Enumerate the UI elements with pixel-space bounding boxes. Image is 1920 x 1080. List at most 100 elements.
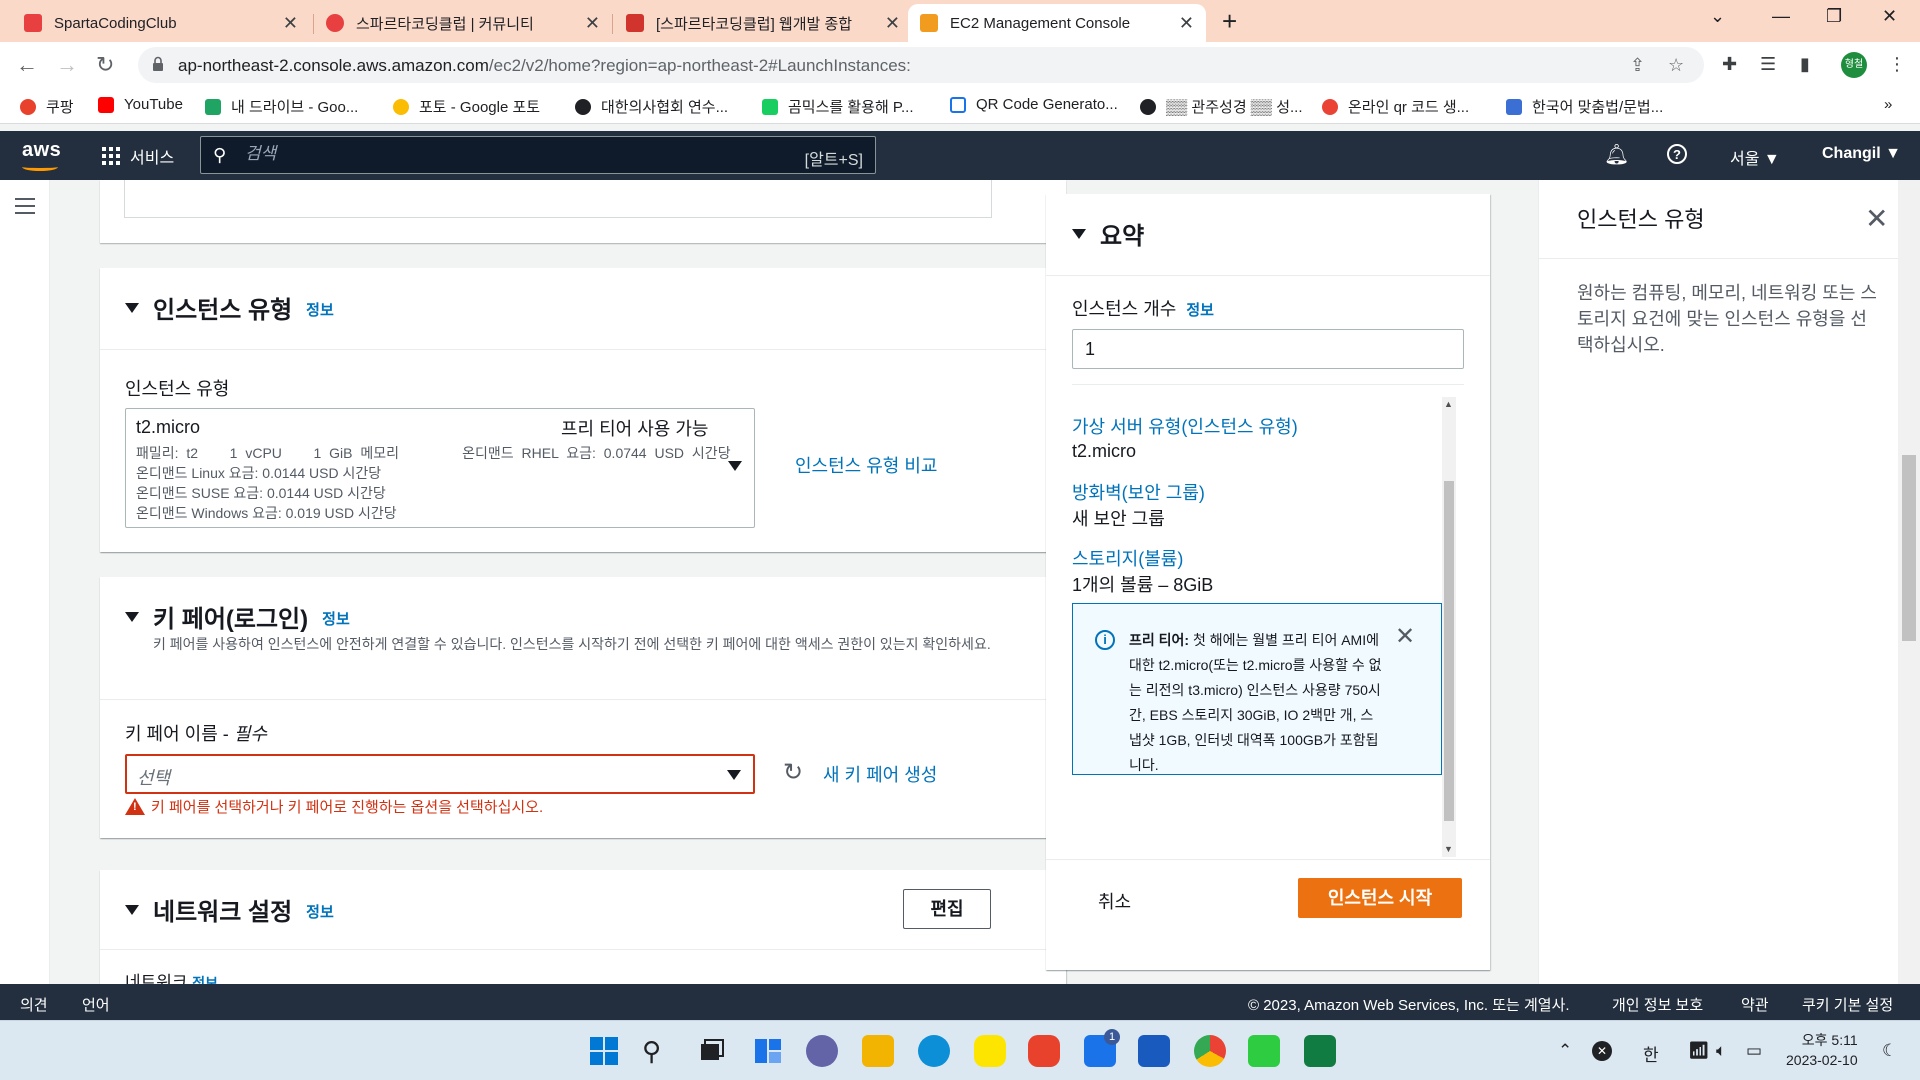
launch-instance-button[interactable]: 인스턴스 시작	[1298, 878, 1462, 918]
bookmark-item[interactable]: 곰믹스를 활용해 P...	[762, 96, 914, 117]
bookmark-item[interactable]: 내 드라이브 - Goo...	[205, 96, 358, 117]
battery-icon[interactable]: ▭	[1746, 1041, 1762, 1061]
share-icon[interactable]: ⇪	[1630, 55, 1645, 76]
edit-network-button[interactable]: 편집	[903, 889, 991, 929]
bookmark-item[interactable]: 포토 - Google 포토	[393, 96, 540, 117]
info-link[interactable]: 정보	[322, 608, 350, 629]
kakaotalk-icon[interactable]	[974, 1035, 1006, 1067]
excel-icon[interactable]	[1304, 1035, 1336, 1067]
services-menu[interactable]: 서비스	[102, 144, 174, 168]
browser-tab[interactable]: [스파르타코딩클럽] 웹개발 종합 ✕	[614, 4, 912, 42]
collapse-caret-icon[interactable]	[1072, 228, 1086, 239]
bookmark-item[interactable]: 온라인 qr 코드 생...	[1322, 96, 1469, 117]
help-icon[interactable]: ?	[1666, 143, 1688, 170]
widgets-icon[interactable]	[752, 1035, 784, 1067]
windows-start-icon[interactable]	[588, 1035, 620, 1067]
page-scrollbar-thumb[interactable]	[1902, 455, 1916, 641]
refresh-icon[interactable]: ↻	[783, 758, 803, 787]
section-header[interactable]: 인스턴스 유형 정보	[125, 290, 334, 325]
ime-indicator[interactable]: 한	[1643, 1041, 1659, 1066]
instance-type-summary-link[interactable]: 가상 서버 유형(인스턴스 유형)	[1072, 413, 1298, 439]
chrome-icon[interactable]	[1194, 1035, 1226, 1067]
record-app-icon[interactable]	[1028, 1035, 1060, 1067]
browser-tab-active[interactable]: EC2 Management Console ✕	[908, 4, 1206, 42]
account-menu[interactable]: Changil ▼	[1822, 145, 1901, 163]
restore-icon[interactable]: ❐	[1826, 6, 1842, 27]
bookmark-item[interactable]: YouTube	[98, 96, 183, 113]
info-link[interactable]: 정보	[306, 299, 334, 320]
close-tab-icon[interactable]: ✕	[1179, 13, 1194, 34]
phone-link-icon[interactable]: 1	[1084, 1029, 1120, 1067]
bookmarks-more-icon[interactable]: »	[1884, 96, 1892, 113]
collapse-caret-icon[interactable]	[125, 302, 139, 313]
language-link[interactable]: 언어	[82, 994, 110, 1015]
vim-icon[interactable]	[1248, 1035, 1280, 1067]
close-window-icon[interactable]: ✕	[1882, 6, 1897, 27]
dropdown-caret-icon[interactable]	[728, 461, 742, 471]
section-header[interactable]: 네트워크 설정 정보	[125, 892, 334, 927]
bookmark-item[interactable]: 한국어 맞춤법/문법...	[1506, 96, 1663, 117]
forward-icon[interactable]: →	[56, 52, 78, 78]
close-tab-icon[interactable]: ✕	[885, 13, 900, 34]
instance-type-select[interactable]: t2.micro 프리 티어 사용 가능 패밀리: t2 1 vCPU 1 Gi…	[125, 408, 755, 528]
task-view-icon[interactable]	[696, 1035, 728, 1067]
aws-search-box[interactable]: ⚲ [알트+S]	[200, 136, 876, 174]
teams-chat-icon[interactable]	[806, 1035, 838, 1067]
system-clock[interactable]: 오후 5:11 2023-02-10	[1786, 1030, 1858, 1070]
close-icon[interactable]: ✕	[1395, 622, 1415, 651]
tab-search-icon[interactable]: ⌄	[1710, 6, 1725, 27]
collapse-caret-icon[interactable]	[125, 611, 139, 622]
key-pair-select[interactable]: 선택	[125, 754, 755, 794]
bookmark-item[interactable]: 쿠팡	[20, 96, 74, 117]
edge-icon[interactable]	[918, 1035, 950, 1067]
side-panel-icon[interactable]: ▮	[1800, 54, 1810, 75]
scrollbar-thumb[interactable]	[1444, 481, 1454, 821]
reading-list-icon[interactable]: ☰	[1760, 54, 1776, 75]
bookmark-item[interactable]: ▒▒ 관주성경 ▒▒ 성...	[1140, 96, 1303, 117]
security-group-summary-link[interactable]: 방화벽(보안 그룹)	[1072, 479, 1205, 505]
hamburger-menu-icon[interactable]	[15, 198, 35, 219]
info-link[interactable]: 정보	[306, 901, 334, 922]
security-tray-icon[interactable]: ✕	[1592, 1041, 1612, 1061]
cancel-button[interactable]: 취소	[1098, 888, 1131, 914]
close-icon[interactable]: ✕	[1865, 202, 1888, 235]
dropdown-caret-icon[interactable]	[727, 770, 741, 780]
bookmark-item[interactable]: QR Code Generato...	[950, 96, 1118, 113]
bookmark-item[interactable]: 대한의사협회 연수...	[575, 96, 728, 117]
lock-icon[interactable]	[152, 56, 164, 72]
bookmark-star-icon[interactable]: ☆	[1668, 55, 1684, 76]
new-tab-icon[interactable]: +	[1222, 6, 1237, 37]
summary-scrollbar[interactable]: ▲ ▼	[1442, 397, 1456, 857]
region-selector[interactable]: 서울 ▼	[1730, 145, 1780, 169]
notification-center-icon[interactable]: ☾	[1882, 1041, 1897, 1061]
extensions-icon[interactable]: ✚	[1722, 54, 1737, 75]
storage-summary-link[interactable]: 스토리지(볼륨)	[1072, 545, 1183, 571]
terms-link[interactable]: 약관	[1741, 994, 1769, 1015]
create-key-pair-link[interactable]: 새 키 페어 생성	[823, 761, 937, 787]
file-explorer-icon[interactable]	[862, 1035, 894, 1067]
search-input[interactable]	[245, 144, 725, 164]
word-icon[interactable]	[1138, 1035, 1170, 1067]
profile-avatar[interactable]: 형철	[1841, 52, 1867, 78]
browser-tab[interactable]: SpartaCodingClub ✕	[12, 4, 310, 42]
volume-icon[interactable]: 🔈︎	[1716, 1041, 1726, 1061]
scroll-up-icon[interactable]: ▲	[1444, 399, 1453, 409]
back-icon[interactable]: ←	[16, 52, 38, 78]
feedback-link[interactable]: 의견	[20, 994, 48, 1015]
compare-instance-types-link[interactable]: 인스턴스 유형 비교	[795, 452, 937, 478]
address-bar[interactable]: ap-northeast-2.console.aws.amazon.com/ec…	[138, 47, 1704, 83]
wifi-icon[interactable]: 📶︎	[1688, 1041, 1710, 1061]
close-tab-icon[interactable]: ✕	[585, 13, 600, 34]
minimize-icon[interactable]: —	[1772, 6, 1790, 27]
notifications-bell-icon[interactable]: 🔔︎	[1604, 142, 1629, 167]
collapse-caret-icon[interactable]	[125, 904, 139, 915]
aws-logo[interactable]: aws	[22, 139, 61, 171]
show-hidden-icons-icon[interactable]: ⌃	[1558, 1041, 1572, 1061]
section-header[interactable]: 키 페어(로그인) 정보	[125, 599, 350, 634]
reload-icon[interactable]: ↻	[96, 52, 114, 78]
search-icon[interactable]: ⚲	[642, 1035, 674, 1067]
browser-tab[interactable]: 스파르타코딩클럽 | 커뮤니티 ✕	[314, 4, 612, 42]
instance-count-input[interactable]	[1072, 329, 1464, 369]
privacy-link[interactable]: 개인 정보 보호	[1612, 994, 1703, 1015]
menu-kebab-icon[interactable]: ⋮	[1888, 54, 1906, 75]
